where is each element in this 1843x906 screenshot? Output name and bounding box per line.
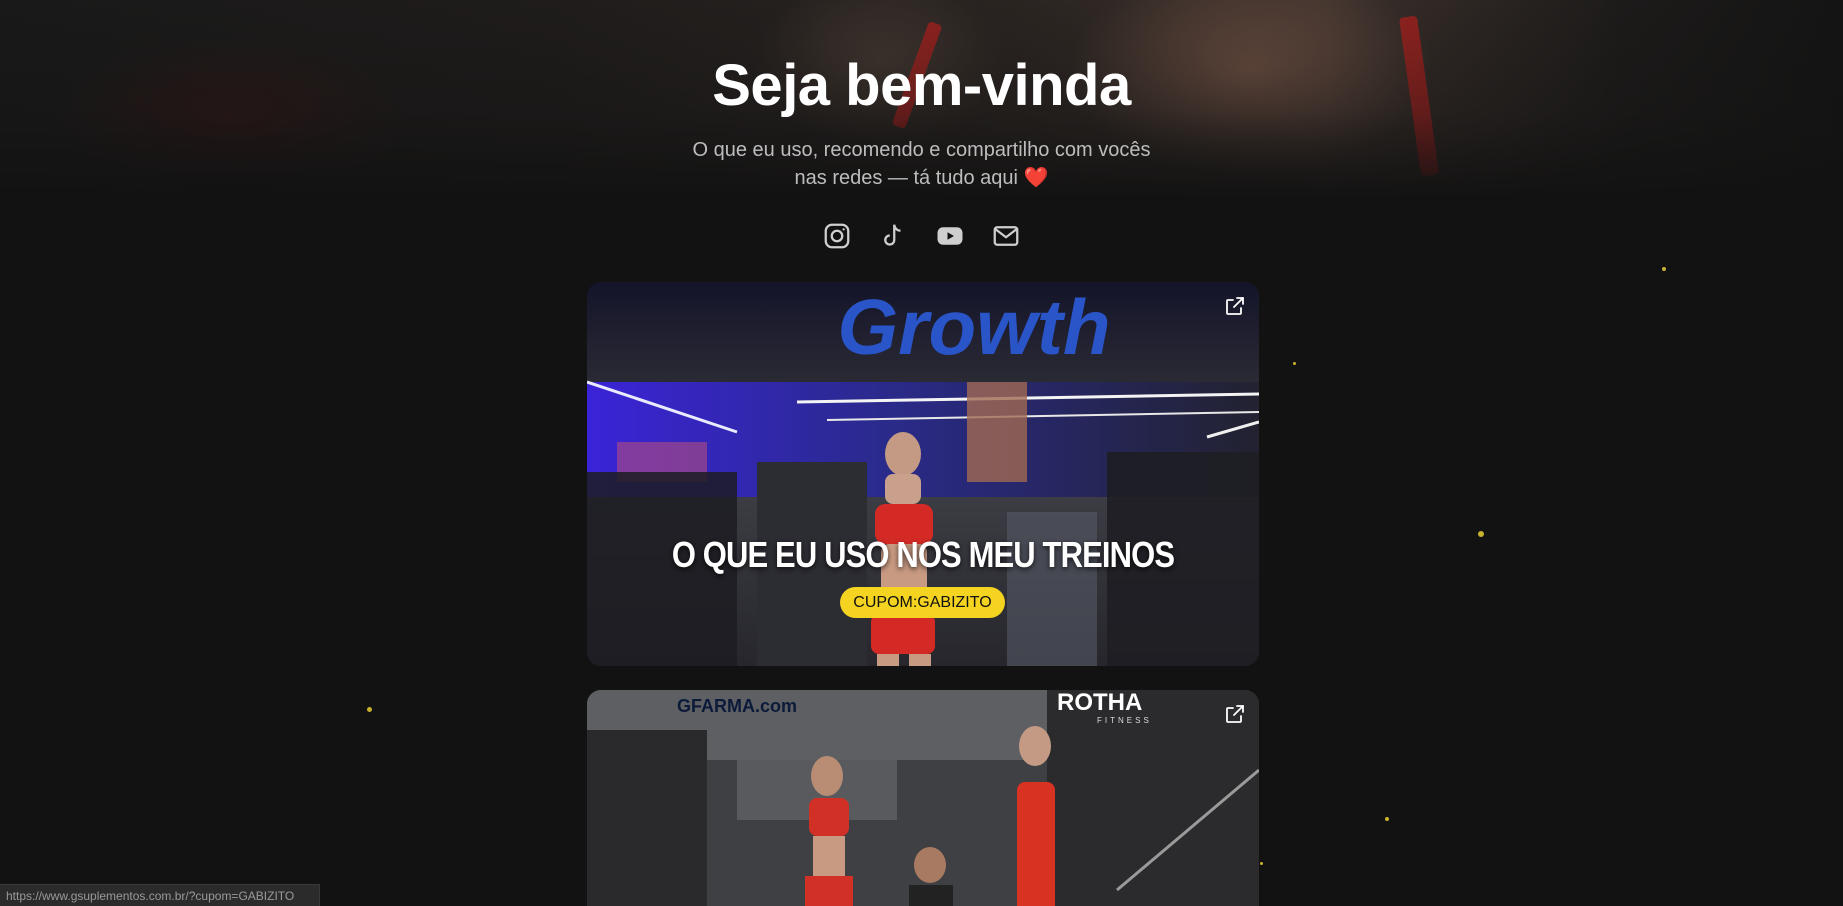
rotha-logo: ROTHA xyxy=(1057,690,1142,716)
heart-icon: ❤️ xyxy=(1023,167,1049,189)
external-link-icon[interactable] xyxy=(1223,294,1247,318)
youtube-link[interactable] xyxy=(933,219,967,253)
page-title: Seja bem-vinda xyxy=(712,53,1131,118)
subtitle-line-2: nas redes — tá tudo aqui xyxy=(794,167,1018,189)
tiktok-icon xyxy=(884,224,901,246)
tiktok-link[interactable] xyxy=(876,219,910,253)
external-link-icon[interactable] xyxy=(1223,702,1247,726)
card-heading: O QUE EU USO NOS MEU TREINOS xyxy=(671,534,1175,575)
sparkle-dot xyxy=(1293,362,1296,365)
landing-page: Seja bem-vinda O que eu uso, recomendo e… xyxy=(0,0,1843,906)
sparkle-dot xyxy=(1478,531,1484,537)
sparkle-dot xyxy=(1662,267,1666,271)
sparkle-dot xyxy=(1260,862,1263,865)
rotha-logo-sub: FITNESS xyxy=(1097,716,1152,725)
instagram-icon xyxy=(824,223,850,249)
subtitle-line-1: O que eu uso, recomendo e compartilho co… xyxy=(692,139,1151,161)
browser-status-bar: https://www.gsuplementos.com.br/?cupom=G… xyxy=(0,884,320,906)
page-subtitle: O que eu uso, recomendo e compartilho co… xyxy=(671,136,1172,192)
coupon-badge[interactable]: CUPOM:GABIZITO xyxy=(840,587,1005,618)
instagram-link[interactable] xyxy=(820,219,854,253)
link-card-gfarma[interactable]: GFARMA.com ROTHA FITNESS xyxy=(587,690,1259,906)
link-card-growth[interactable]: Growth O QUE EU USO NOS MEU TREINOS CUPO… xyxy=(587,282,1259,666)
sparkle-dot xyxy=(1385,817,1389,821)
gfarma-gym-photo: GFARMA.com ROTHA FITNESS xyxy=(587,690,1259,906)
mail-icon xyxy=(993,226,1019,246)
growth-logo: Growth xyxy=(838,283,1111,371)
social-links xyxy=(820,218,1023,254)
sparkle-dot xyxy=(367,707,372,712)
email-link[interactable] xyxy=(989,219,1023,253)
gfarma-logo: GFARMA.com xyxy=(677,696,797,716)
youtube-icon xyxy=(937,227,963,245)
